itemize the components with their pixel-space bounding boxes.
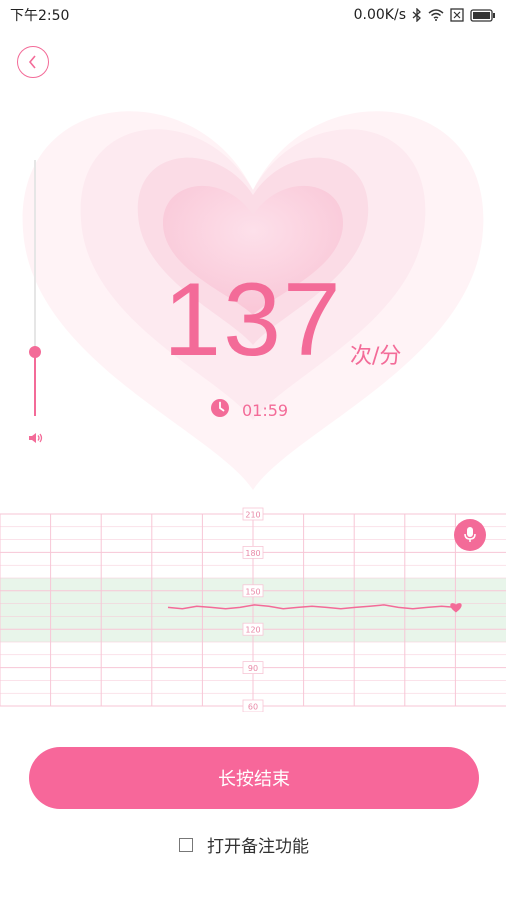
- y-tick-label: 180: [245, 549, 260, 558]
- clock-icon: [210, 398, 230, 422]
- y-tick-label: 90: [248, 664, 258, 673]
- y-tick-label: 60: [248, 703, 258, 712]
- heart-rate-chart: 210 180 150 120 90 60: [0, 507, 506, 712]
- back-button[interactable]: [17, 46, 49, 78]
- y-tick-label: 150: [245, 587, 260, 596]
- status-time: 下午2:50: [10, 8, 70, 24]
- status-icons: 0.00K/s: [354, 7, 496, 23]
- note-toggle-row[interactable]: 打开备注功能: [179, 832, 309, 857]
- timer-value: 01:59: [242, 400, 289, 420]
- timer: 01:59: [210, 398, 288, 422]
- battery-icon: [470, 8, 496, 22]
- y-tick-label: 120: [245, 626, 260, 635]
- y-tick-label: 210: [245, 511, 260, 520]
- long-press-end-button[interactable]: 长按结束: [29, 747, 479, 809]
- heart-rate-unit: 次/分: [350, 344, 402, 369]
- note-checkbox[interactable]: [179, 837, 193, 852]
- wifi-icon: [428, 9, 444, 21]
- status-bar: 下午2:50 0.00K/s: [0, 0, 506, 30]
- bluetooth-icon: [412, 8, 422, 22]
- heart-rate-value: 137: [163, 262, 343, 378]
- note-toggle-label: 打开备注功能: [207, 837, 309, 857]
- chevron-left-icon: [28, 55, 36, 69]
- network-speed: 0.00K/s: [353, 7, 406, 23]
- microphone-icon: [464, 527, 476, 542]
- speaker-icon[interactable]: [28, 430, 44, 449]
- sim-icon: [450, 8, 464, 22]
- microphone-button[interactable]: [454, 519, 486, 551]
